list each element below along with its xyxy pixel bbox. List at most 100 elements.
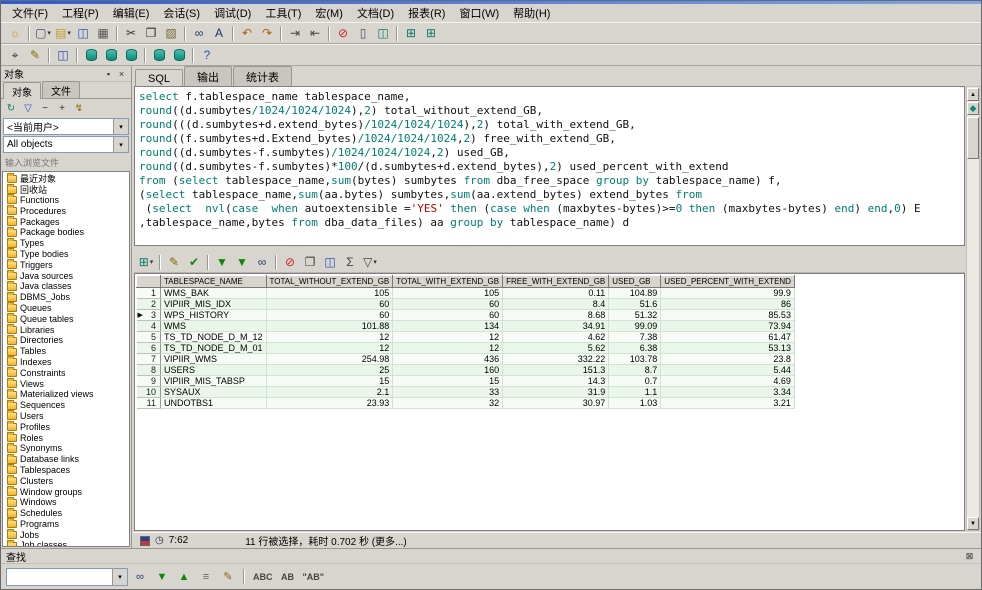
table-cell[interactable]: 33 [393, 387, 503, 398]
highlight-button[interactable]: ≡ [196, 568, 216, 586]
table-row[interactable]: 9VIPIIR_MIS_TABSP151514.30.74.69 [137, 376, 795, 387]
table-cell[interactable]: 86 [661, 299, 795, 310]
pin-icon[interactable]: ▪ [102, 68, 115, 80]
save-results-button[interactable]: ◫ [320, 253, 340, 271]
print-button[interactable]: ▦ [93, 24, 113, 42]
refresh-button[interactable]: ↻ [3, 101, 19, 116]
whole-word-button[interactable]: AB [278, 568, 298, 586]
open-folder-button[interactable]: ▤▾ [53, 24, 73, 42]
match-case-button[interactable]: ABC [250, 568, 276, 586]
table-cell[interactable]: 53.13 [661, 343, 795, 354]
table-cell[interactable]: UNDOTBS1 [161, 398, 267, 409]
table-cell[interactable]: 5.44 [661, 365, 795, 376]
menu-item-0[interactable]: 文件(F) [5, 3, 55, 23]
monitor-button[interactable] [169, 46, 189, 64]
find-data-button[interactable]: ∞ [252, 253, 272, 271]
table-cell[interactable]: 2.1 [266, 387, 393, 398]
table-cell[interactable]: TS_TD_NODE_D_M_12 [161, 332, 267, 343]
table-cell[interactable]: 12 [393, 343, 503, 354]
stop-fetch-button[interactable]: ⊘ [280, 253, 300, 271]
fetch-next-button[interactable]: ▼ [212, 253, 232, 271]
cut-button[interactable]: ✂ [121, 24, 141, 42]
table-cell[interactable]: 60 [393, 299, 503, 310]
chevron-down-icon[interactable]: ▾ [113, 119, 128, 134]
tree-item-functions[interactable]: Functions [3, 195, 129, 206]
chevron-down-icon[interactable]: ▾ [113, 137, 128, 152]
replace-button[interactable]: A [209, 24, 229, 42]
export-button[interactable]: ❐ [300, 253, 320, 271]
table-cell[interactable]: 6.38 [609, 343, 661, 354]
tab-output[interactable]: 输出 [184, 66, 232, 86]
tree-item-schedules[interactable]: Schedules [3, 508, 129, 519]
grid-options-button[interactable]: ⊞▾ [136, 253, 156, 271]
table-cell[interactable]: 105 [393, 288, 503, 299]
vertical-scrollbar[interactable]: ▲ ◆ ▼ [966, 86, 980, 531]
find-edit-button[interactable]: ✎ [218, 568, 238, 586]
tree-item-database-links[interactable]: Database links [3, 454, 129, 465]
rollback-button[interactable] [121, 46, 141, 64]
column-header-free-with-extend-gb[interactable]: FREE_WITH_EXTEND_GB [503, 276, 609, 288]
tree-item-job-classes[interactable]: Job classes [3, 540, 129, 547]
table-cell[interactable]: 32 [393, 398, 503, 409]
table-cell[interactable]: VIPIIR_WMS [161, 354, 267, 365]
table-cell[interactable]: 8.68 [503, 310, 609, 321]
table-cell[interactable]: 254.98 [266, 354, 393, 365]
table-cell[interactable]: 4.69 [661, 376, 795, 387]
table-cell[interactable]: 14.3 [503, 376, 609, 387]
redo-button[interactable]: ↷ [257, 24, 277, 42]
column-header-total-without-extend-gb[interactable]: TOTAL_WITHOUT_EXTEND_GB [266, 276, 393, 288]
table-cell[interactable]: 85.53 [661, 310, 795, 321]
tab-files[interactable]: 文件 [42, 81, 80, 98]
table-row[interactable]: 10SYSAUX2.13331.91.13.34 [137, 387, 795, 398]
tree-item-window-groups[interactable]: Window groups [3, 486, 129, 497]
table-cell[interactable]: 51.6 [609, 299, 661, 310]
table-cell[interactable]: USERS [161, 365, 267, 376]
table-cell[interactable]: 1.03 [609, 398, 661, 409]
table-cell[interactable]: 134 [393, 321, 503, 332]
menu-item-2[interactable]: 编辑(E) [106, 3, 157, 23]
pen-button[interactable]: ✎ [25, 46, 45, 64]
table-cell[interactable]: 30.97 [503, 398, 609, 409]
tree-item-indexes[interactable]: Indexes [3, 357, 129, 368]
save-layout-button[interactable]: ◫ [53, 46, 73, 64]
table-cell[interactable]: SYSAUX [161, 387, 267, 398]
table-cell[interactable]: 34.91 [503, 321, 609, 332]
save-button[interactable]: ◫ [73, 24, 93, 42]
table-cell[interactable]: 60 [393, 310, 503, 321]
tab-statistics[interactable]: 统计表 [233, 66, 292, 86]
tree-item-queues[interactable]: Queues [3, 303, 129, 314]
table-cell[interactable]: 7.38 [609, 332, 661, 343]
table-cell[interactable]: WPS_HISTORY [161, 310, 267, 321]
table-cell[interactable]: 104.89 [609, 288, 661, 299]
filter-button[interactable]: ▽ [20, 101, 36, 116]
table-cell[interactable]: 12 [266, 332, 393, 343]
column-header-used-percent-with-extend[interactable]: USED_PERCENT_WITH_EXTEND [661, 276, 795, 288]
tree-item-package-bodies[interactable]: Package bodies [3, 227, 129, 238]
column-header-used-gb[interactable]: USED_GB [609, 276, 661, 288]
find-search-button[interactable]: ∞ [130, 568, 150, 586]
table-cell[interactable]: 25 [266, 365, 393, 376]
menu-item-3[interactable]: 会话(S) [156, 3, 207, 23]
filter-results-button[interactable]: ▽▾ [360, 253, 380, 271]
sessions-button[interactable] [149, 46, 169, 64]
table-row[interactable]: 8USERS25160151.38.75.44 [137, 365, 795, 376]
table-cell[interactable]: 31.9 [503, 387, 609, 398]
column-header-total-with-extend-gb[interactable]: TOTAL_WITH_EXTEND_GB [393, 276, 503, 288]
table-cell[interactable]: 101.88 [266, 321, 393, 332]
menu-item-9[interactable]: 窗口(W) [452, 3, 506, 23]
table-row[interactable]: 1WMS_BAK1051050.11104.8999.9 [137, 288, 795, 299]
post-changes-button[interactable]: ✔ [184, 253, 204, 271]
tab-objects[interactable]: 对象 [3, 82, 41, 99]
browser-filter-input[interactable] [3, 156, 129, 170]
tree-item-clusters[interactable]: Clusters [3, 475, 129, 486]
table-row[interactable]: 7VIPIIR_WMS254.98436332.22103.7823.8 [137, 354, 795, 365]
gear-button[interactable]: ☼ [5, 24, 25, 42]
scrollbar-thumb[interactable] [967, 117, 979, 159]
zoom-button[interactable]: ⌖ [5, 46, 25, 64]
tile-windows-button[interactable]: ⊞ [421, 24, 441, 42]
tree-item-roles[interactable]: Roles [3, 432, 129, 443]
menu-item-7[interactable]: 文档(D) [350, 3, 401, 23]
tree-item-tablespaces[interactable]: Tablespaces [3, 465, 129, 476]
paste-button[interactable]: ▨ [161, 24, 181, 42]
find-input[interactable]: ▾ [6, 568, 128, 586]
